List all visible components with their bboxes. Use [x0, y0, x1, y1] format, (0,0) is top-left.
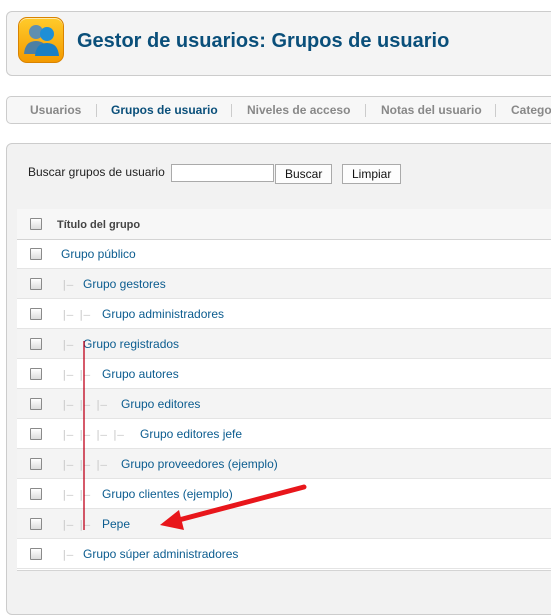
tab-grupos-de-usuario[interactable]: Grupos de usuario	[111, 103, 218, 117]
table-row: |— |— Grupo administradores	[17, 299, 551, 329]
row-checkbox[interactable]	[30, 518, 42, 530]
tab-bar: Usuarios Grupos de usuario Niveles de ac…	[6, 96, 551, 124]
tree-indent: |—	[61, 548, 73, 561]
row-checkbox[interactable]	[30, 338, 42, 350]
select-all-checkbox[interactable]	[30, 218, 42, 230]
table-row: Grupo público	[17, 239, 551, 269]
tab-niveles-de-acceso[interactable]: Niveles de acceso	[247, 103, 350, 117]
group-title-link[interactable]: Grupo proveedores (ejemplo)	[121, 457, 278, 471]
tree-indent: |— |—	[61, 488, 90, 501]
tab-divider	[495, 104, 496, 117]
group-title-link[interactable]: Grupo editores	[121, 397, 200, 411]
table-row: |— |— |— Grupo proveedores (ejemplo)	[17, 449, 551, 479]
tab-usuarios[interactable]: Usuarios	[30, 103, 81, 117]
table-row: |— |— Grupo autores	[17, 359, 551, 389]
row-checkbox[interactable]	[30, 458, 42, 470]
search-input[interactable]	[171, 164, 274, 182]
tree-indent: |— |— |— |—	[61, 428, 124, 441]
search-button[interactable]: Buscar	[275, 164, 333, 184]
row-checkbox[interactable]	[30, 548, 42, 560]
table-row: |— Grupo registrados	[17, 329, 551, 359]
page-title: Gestor de usuarios: Grupos de usuario	[77, 30, 450, 52]
table-row: |— |— |— |— Grupo editores jefe	[17, 419, 551, 449]
table-header: Título del grupo	[17, 209, 551, 240]
row-checkbox[interactable]	[30, 488, 42, 500]
tree-indent: |— |—	[61, 308, 90, 321]
table-row: |— |— Grupo clientes (ejemplo)	[17, 479, 551, 509]
group-title-link[interactable]: Grupo clientes (ejemplo)	[102, 487, 233, 501]
table-row: |— Grupo súper administradores	[17, 539, 551, 569]
row-checkbox[interactable]	[30, 428, 42, 440]
users-icon	[18, 17, 64, 63]
table-row: |— |— Pepe	[17, 509, 551, 539]
tree-indent: |— |— |—	[61, 398, 107, 411]
group-title-link[interactable]: Grupo público	[61, 247, 136, 261]
tree-indent: |—	[61, 338, 73, 351]
row-checkbox[interactable]	[30, 308, 42, 320]
page-header: Gestor de usuarios: Grupos de usuario	[6, 11, 551, 76]
group-title-link[interactable]: Pepe	[102, 517, 130, 531]
tree-indent: |— |—	[61, 368, 90, 381]
search-label: Buscar grupos de usuario	[28, 165, 165, 179]
tab-divider	[231, 104, 232, 117]
row-checkbox[interactable]	[30, 368, 42, 380]
tab-divider	[365, 104, 366, 117]
tree-indent: |— |— |—	[61, 458, 107, 471]
tree-indent: |— |—	[61, 518, 90, 531]
clear-button[interactable]: Limpiar	[342, 164, 402, 184]
tab-divider	[96, 104, 97, 117]
column-header-title[interactable]: Título del grupo	[57, 219, 140, 231]
group-title-link[interactable]: Grupo autores	[102, 367, 179, 381]
row-checkbox[interactable]	[30, 398, 42, 410]
row-checkbox[interactable]	[30, 278, 42, 290]
group-title-link[interactable]: Grupo editores jefe	[140, 427, 242, 441]
table-row: |— Grupo gestores	[17, 269, 551, 299]
tab-categorias[interactable]: Catego	[511, 103, 551, 117]
group-title-link[interactable]: Grupo gestores	[83, 277, 166, 291]
tab-notas-del-usuario[interactable]: Notas del usuario	[381, 103, 482, 117]
groups-table: Título del grupo Grupo público |— Grupo ge…	[17, 209, 551, 571]
group-title-link[interactable]: Grupo registrados	[83, 337, 179, 351]
group-title-link[interactable]: Grupo administradores	[102, 307, 224, 321]
tree-indent: |—	[61, 278, 73, 291]
group-title-link[interactable]: Grupo súper administradores	[83, 547, 238, 561]
row-checkbox[interactable]	[30, 248, 42, 260]
table-row: |— |— |— Grupo editores	[17, 389, 551, 419]
